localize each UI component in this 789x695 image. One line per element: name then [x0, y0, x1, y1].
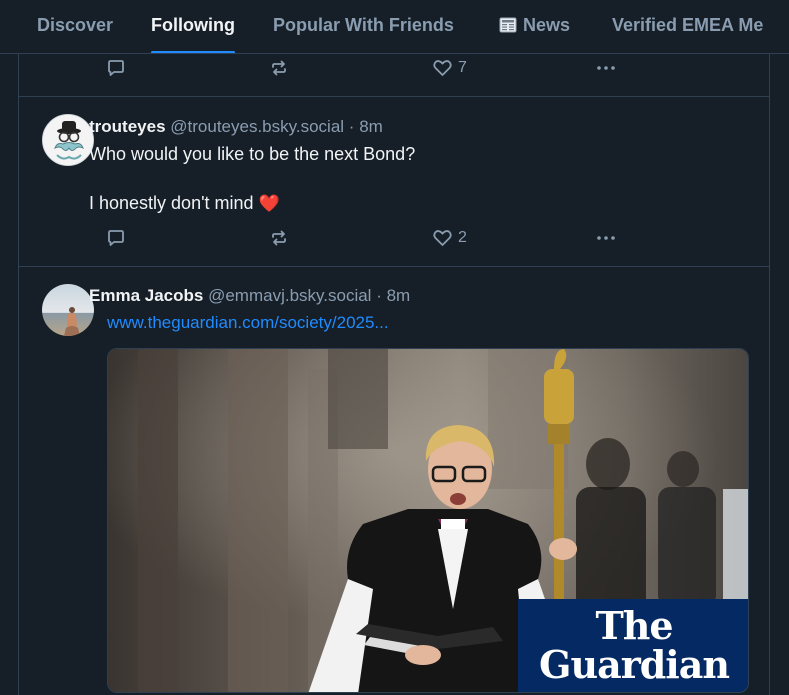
like-icon [433, 230, 452, 246]
avatar-image [42, 284, 94, 336]
post-link[interactable]: www.theguardian.com/society/2025... [107, 313, 389, 333]
handle[interactable]: @emmavj.bsky.social [208, 286, 371, 305]
post-time[interactable]: 8m [387, 286, 411, 305]
separator-dot: · [376, 286, 382, 305]
tab-discover[interactable]: Discover [37, 0, 114, 53]
like-button[interactable]: 2 [432, 226, 467, 250]
tab-news[interactable]: News [499, 0, 571, 53]
display-name[interactable]: trouteyes [89, 117, 166, 136]
guardian-logo-line1: The [595, 603, 673, 648]
guardian-logo-line2: Guardian [539, 642, 730, 687]
display-name[interactable]: Emma Jacobs [89, 286, 203, 305]
more-options-button[interactable] [595, 226, 617, 250]
tab-label: News [523, 15, 571, 35]
post-text: I honestly don't mind [89, 193, 254, 213]
reply-button[interactable] [106, 226, 126, 250]
guardian-logo: The Guardian [518, 599, 748, 692]
tab-label: Discover [37, 15, 114, 35]
reply-button[interactable] [106, 56, 126, 80]
post-text-line: Who would you like to be the next Bond? [89, 144, 416, 164]
tab-label: Following [151, 15, 235, 35]
active-tab-indicator [151, 51, 235, 53]
more-icon [597, 66, 615, 70]
like-icon [433, 60, 452, 76]
post-header: Emma Jacobs @emmavj.bsky.social · 8m [89, 286, 410, 306]
like-button[interactable]: 7 [432, 56, 467, 80]
feed-tabs: Discover Following Popular With Friends … [0, 0, 789, 54]
like-count: 7 [458, 59, 467, 76]
avatar-image [43, 115, 93, 165]
tab-popular-with-friends[interactable]: Popular With Friends [273, 0, 454, 53]
post-time[interactable]: 8m [359, 117, 383, 136]
tab-following[interactable]: Following [151, 0, 235, 53]
repost-button[interactable] [269, 56, 289, 80]
repost-icon [272, 60, 286, 76]
more-icon [597, 236, 615, 240]
more-options-button[interactable] [595, 56, 617, 80]
heart-emoji: ❤️ [258, 194, 280, 213]
reply-icon [108, 230, 124, 246]
avatar[interactable] [42, 114, 94, 166]
post-text-line: I honestly don't mind ❤️ [89, 191, 280, 216]
repost-button[interactable] [269, 226, 289, 250]
tab-verified-emea[interactable]: Verified EMEA Me [612, 0, 764, 53]
like-count: 2 [458, 229, 467, 246]
handle[interactable]: @trouteyes.bsky.social [170, 117, 344, 136]
separator-dot: · [348, 117, 355, 136]
post-actions: 2 [0, 226, 789, 250]
post-actions: 7 [0, 56, 789, 80]
tab-label: Verified EMEA Me [612, 15, 764, 35]
avatar[interactable] [42, 284, 94, 336]
link-card-image[interactable]: The Guardian [107, 348, 749, 693]
post-header: trouteyes @trouteyes.bsky.social · 8m [89, 117, 383, 137]
newspaper-icon [499, 17, 517, 33]
reply-icon [108, 60, 124, 76]
tab-label: Popular With Friends [273, 15, 454, 35]
repost-icon [272, 230, 286, 246]
